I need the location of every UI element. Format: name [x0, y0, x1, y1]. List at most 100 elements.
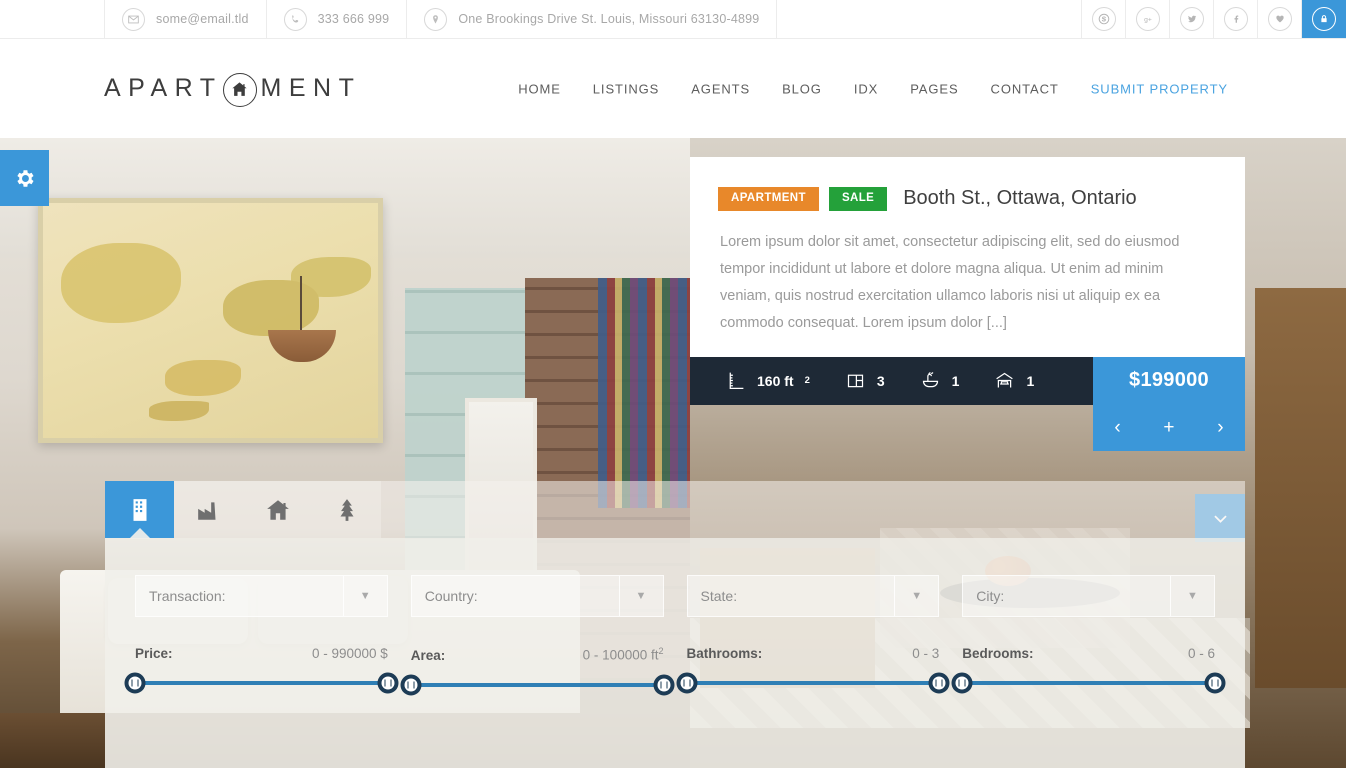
main-navigation: HOME LISTINGS AGENTS BLOG IDX PAGES CONT…: [518, 81, 1228, 96]
property-status-badge: SALE: [828, 187, 888, 211]
site-logo[interactable]: APART MENT: [104, 72, 362, 107]
slider-price-handle-max[interactable]: [377, 672, 399, 694]
nav-item-home[interactable]: HOME: [518, 81, 561, 96]
chevron-down-icon: ▼: [1170, 576, 1214, 616]
nav-item-blog[interactable]: BLOG: [782, 81, 822, 96]
property-stats-wrapper: 160 ft 2 3 1 1 $199000 ‹ + ›: [690, 356, 1245, 451]
garage-icon: [996, 372, 1014, 388]
social-link-skype[interactable]: [1082, 0, 1126, 38]
prev-slide-button[interactable]: ‹: [1104, 414, 1130, 441]
search-selects-row: Transaction: ▼ Country: ▼ State: ▼ City:…: [135, 575, 1215, 617]
property-search-panel: Transaction: ▼ Country: ▼ State: ▼ City:…: [105, 538, 1245, 768]
topbar-email-text: some@email.tld: [156, 12, 249, 26]
gear-icon: [17, 169, 34, 187]
slider-price-track[interactable]: [124, 672, 399, 694]
floorplan-icon: [847, 374, 863, 388]
envelope-icon: [122, 7, 145, 31]
slider-price-label: Price:: [135, 646, 173, 661]
select-city-label: City:: [976, 588, 1005, 604]
search-sliders-row: Price: 0 - 990000 $ Area: 0 - 100000 ft2: [124, 646, 1226, 695]
social-link-facebook[interactable]: [1214, 0, 1258, 38]
svg-text:g+: g+: [1144, 17, 1152, 24]
property-title: Booth St., Ottawa, Ontario: [903, 187, 1137, 210]
nav-item-submit-property[interactable]: SUBMIT PROPERTY: [1091, 81, 1228, 96]
topbar-address[interactable]: One Brookings Drive St. Louis, Missouri …: [407, 0, 778, 38]
topbar-phone[interactable]: 333 666 999: [267, 0, 408, 38]
topbar-address-text: One Brookings Drive St. Louis, Missouri …: [458, 12, 760, 26]
social-link-twitter[interactable]: [1170, 0, 1214, 38]
stat-bedrooms: 3: [810, 357, 885, 405]
category-tab-land[interactable]: [312, 481, 381, 538]
login-button[interactable]: [1302, 0, 1346, 38]
logo-text-left: APART: [104, 74, 223, 102]
nav-item-idx[interactable]: IDX: [854, 81, 878, 96]
logo-text-right: MENT: [260, 74, 362, 102]
page-root: some@email.tld 333 666 999 One Brookings…: [0, 0, 1346, 768]
house-icon: [266, 499, 289, 520]
slider-area-track[interactable]: [400, 674, 674, 695]
bathtub-icon: [922, 372, 938, 388]
nav-item-pages[interactable]: PAGES: [910, 81, 958, 96]
social-link-favorites[interactable]: [1258, 0, 1302, 38]
property-stats-bar: 160 ft 2 3 1 1 $199000: [690, 356, 1245, 405]
stat-garages: 1: [959, 357, 1034, 405]
select-country[interactable]: Country: ▼: [410, 575, 664, 617]
nav-item-listings[interactable]: LISTINGS: [593, 81, 659, 96]
chevron-down-icon: ▼: [894, 576, 938, 616]
slider-bathrooms-track[interactable]: [676, 672, 950, 694]
property-description: Lorem ipsum dolor sit amet, consectetur …: [720, 233, 1180, 331]
category-tab-house[interactable]: [243, 481, 312, 538]
slider-area-handle-min[interactable]: [400, 674, 422, 695]
category-tabs-filler: [381, 481, 1245, 538]
skype-icon: [1091, 7, 1116, 31]
select-transaction[interactable]: Transaction: ▼: [135, 575, 388, 617]
twitter-icon: [1179, 7, 1204, 31]
property-price: $199000: [1093, 356, 1245, 405]
slider-bedrooms-value: 0 - 6: [1187, 646, 1215, 661]
slider-bathrooms-handle-max[interactable]: [928, 672, 950, 694]
stat-area: 160 ft 2: [690, 357, 810, 405]
slider-bathrooms-label: Bathrooms:: [686, 646, 763, 661]
property-type-badge: APARTMENT: [718, 187, 819, 211]
slider-bedrooms-handle-max[interactable]: [1204, 672, 1226, 694]
slider-area-value: 0 - 100000 ft2: [582, 646, 664, 663]
slider-bedrooms-track[interactable]: [951, 672, 1226, 694]
slider-price-handle-min[interactable]: [124, 672, 146, 694]
topbar-filler: [777, 0, 1082, 38]
stat-bathrooms-value: 1: [951, 372, 960, 389]
slider-controls: ‹ + ›: [1093, 404, 1245, 451]
lock-icon: [1312, 7, 1336, 31]
slider-area-handle-max[interactable]: [653, 674, 674, 695]
hero-slider: APARTMENT SALE Booth St., Ottawa, Ontari…: [0, 138, 1346, 768]
slider-bedrooms-handle-min[interactable]: [951, 672, 973, 694]
select-transaction-label: Transaction:: [149, 588, 226, 604]
factory-icon: [197, 501, 215, 520]
topbar-phone-text: 333 666 999: [317, 12, 390, 26]
select-city[interactable]: City: ▼: [962, 575, 1215, 617]
topbar-email[interactable]: some@email.tld: [105, 0, 267, 38]
heart-icon: [1267, 7, 1292, 31]
category-tab-apartment[interactable]: [105, 481, 174, 538]
nav-item-agents[interactable]: AGENTS: [691, 81, 750, 96]
select-country-label: Country:: [424, 588, 478, 604]
social-link-google-plus[interactable]: g+: [1126, 0, 1170, 38]
property-card-header: APARTMENT SALE Booth St., Ottawa, Ontari…: [690, 157, 1245, 211]
slider-bedrooms-label: Bedrooms:: [962, 646, 1034, 661]
settings-gear-button[interactable]: [0, 150, 49, 206]
add-property-button[interactable]: +: [1153, 414, 1184, 441]
nav-item-contact[interactable]: CONTACT: [991, 81, 1059, 96]
slider-price: Price: 0 - 990000 $: [124, 646, 399, 694]
slider-bathrooms-handle-min[interactable]: [676, 672, 697, 694]
map-pin-icon: [424, 7, 448, 31]
category-tab-commercial[interactable]: [174, 481, 243, 538]
stat-area-value: 160 ft: [757, 372, 794, 389]
tree-icon: [340, 498, 353, 521]
house-logo-icon: [222, 72, 257, 107]
slider-bathrooms-value: 0 - 3: [912, 646, 940, 661]
next-slide-button[interactable]: ›: [1207, 414, 1233, 441]
chevron-down-icon: ▼: [618, 576, 663, 616]
stat-garages-value: 1: [1026, 372, 1035, 389]
select-state[interactable]: State: ▼: [686, 575, 940, 617]
stat-bedrooms-value: 3: [876, 372, 885, 389]
slider-area-label: Area:: [410, 647, 446, 663]
